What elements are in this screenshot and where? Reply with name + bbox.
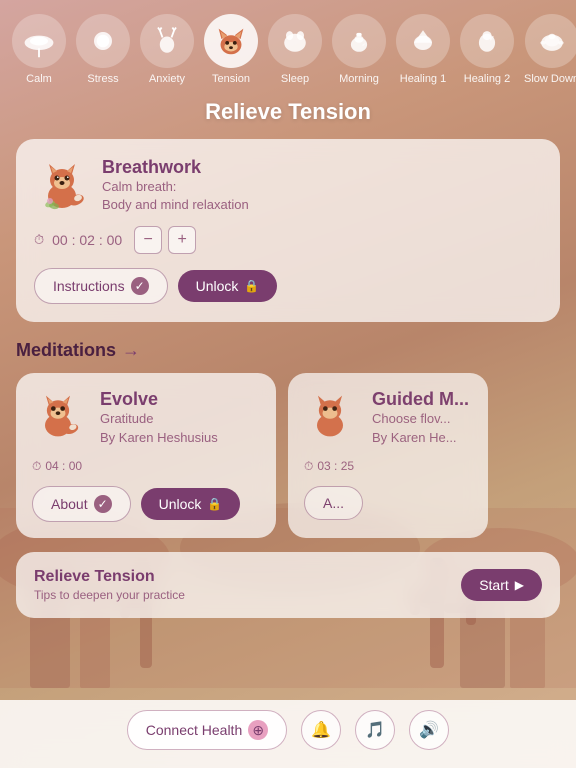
start-button[interactable]: Start ▶ <box>461 569 542 601</box>
relieve-tension-title: Relieve Tension <box>34 568 185 586</box>
category-circle-stress <box>76 14 130 68</box>
relieve-tension-text: Relieve Tension Tips to deepen your prac… <box>34 568 185 602</box>
breathwork-header: Breathwork Calm breath: Body and mind re… <box>34 157 542 214</box>
category-item-healing1[interactable]: Healing 1 <box>396 14 450 85</box>
main-scroll: Calm Stress <box>0 0 576 768</box>
evolve-time: 04 : 00 <box>45 459 82 473</box>
category-item-sleep[interactable]: Sleep <box>268 14 322 85</box>
evolve-unlock-button[interactable]: Unlock 🔒 <box>141 488 241 520</box>
sound-icon: 🔊 <box>419 720 439 740</box>
category-item-anxiety[interactable]: Anxiety <box>140 14 194 85</box>
guided-title: Guided M... <box>372 389 469 410</box>
meditations-row: Evolve Gratitude By Karen Heshusius ⏱ 04… <box>0 373 576 551</box>
about-check-icon: ✓ <box>94 495 112 513</box>
category-circle-sleep <box>268 14 322 68</box>
page-title: Relieve Tension <box>0 99 576 125</box>
clock-icon: ⏱ <box>34 232 44 248</box>
instructions-button[interactable]: Instructions ✓ <box>34 268 168 304</box>
category-label-stress: Stress <box>87 73 118 85</box>
category-label-anxiety: Anxiety <box>149 73 185 85</box>
evolve-title: Evolve <box>100 389 218 410</box>
category-label-calm: Calm <box>26 73 52 85</box>
guided-card: Guided M... Choose flov... By Karen He..… <box>288 373 488 537</box>
sound-button[interactable]: 🔊 <box>409 710 449 750</box>
bell-button[interactable]: 🔔 <box>301 710 341 750</box>
evolve-info: Evolve Gratitude By Karen Heshusius <box>100 389 218 446</box>
evolve-header: Evolve Gratitude By Karen Heshusius <box>32 389 260 446</box>
guided-clock-icon: ⏱ <box>304 459 313 474</box>
category-circle-anxiety <box>140 14 194 68</box>
meditations-arrow[interactable]: → <box>122 340 140 361</box>
category-circle-healing2 <box>460 14 514 68</box>
meditations-section-header: Meditations → <box>0 336 576 373</box>
category-item-healing2[interactable]: Healing 2 <box>460 14 514 85</box>
evolve-lock-icon: 🔒 <box>207 497 222 511</box>
category-label-slowdown: Slow Down <box>524 73 576 85</box>
category-circle-morning <box>332 14 386 68</box>
relieve-tension-subtitle: Tips to deepen your practice <box>34 588 185 602</box>
music-icon: 🎵 <box>365 720 385 740</box>
category-item-tension[interactable]: Tension <box>204 14 258 85</box>
guided-about-button[interactable]: A... <box>304 486 363 520</box>
category-label-sleep: Sleep <box>281 73 309 85</box>
breathwork-unlock-button[interactable]: Unlock 🔒 <box>178 270 278 302</box>
breathwork-fox-icon <box>34 158 90 214</box>
category-circle-calm <box>12 14 66 68</box>
evolve-clock-icon: ⏱ <box>32 459 41 474</box>
evolve-card: Evolve Gratitude By Karen Heshusius ⏱ 04… <box>16 373 276 537</box>
guided-fox-icon <box>304 390 360 446</box>
category-circle-slowdown <box>525 14 576 68</box>
play-icon: ▶ <box>515 578 524 592</box>
evolve-subtitle: Gratitude By Karen Heshusius <box>100 410 218 446</box>
guided-time-row: ⏱ 03 : 25 <box>304 459 472 474</box>
bell-icon: 🔔 <box>311 720 331 740</box>
timer-controls: − + <box>134 226 196 254</box>
timer-plus-button[interactable]: + <box>168 226 196 254</box>
category-circle-tension <box>204 14 258 68</box>
meditations-label: Meditations <box>16 340 116 361</box>
breathwork-subtitle: Calm breath: Body and mind relaxation <box>102 178 249 214</box>
bottom-nav: Connect Health ⊕ 🔔 🎵 🔊 <box>0 700 576 768</box>
connect-health-label: Connect Health <box>146 722 243 738</box>
timer-row: ⏱ 00 : 02 : 00 − + <box>34 226 542 254</box>
category-label-morning: Morning <box>339 73 379 85</box>
breathwork-title: Breathwork <box>102 157 249 178</box>
category-item-calm[interactable]: Calm <box>12 14 66 85</box>
breathwork-btn-row: Instructions ✓ Unlock 🔒 <box>34 268 542 304</box>
connect-icon: ⊕ <box>248 720 268 740</box>
check-icon: ✓ <box>131 277 149 295</box>
guided-btn-row: A... <box>304 486 472 520</box>
breathwork-card: Breathwork Calm breath: Body and mind re… <box>16 139 560 322</box>
category-label-healing1: Healing 1 <box>400 73 446 85</box>
guided-subtitle: Choose flov... By Karen He... <box>372 410 469 446</box>
evolve-time-row: ⏱ 04 : 00 <box>32 459 260 474</box>
category-label-tension: Tension <box>212 73 250 85</box>
category-circle-healing1 <box>396 14 450 68</box>
category-label-healing2: Healing 2 <box>464 73 510 85</box>
evolve-fox-icon <box>32 390 88 446</box>
breathwork-info: Breathwork Calm breath: Body and mind re… <box>102 157 249 214</box>
guided-info: Guided M... Choose flov... By Karen He..… <box>372 389 469 446</box>
timer-display: 00 : 02 : 00 <box>52 232 122 248</box>
connect-health-button[interactable]: Connect Health ⊕ <box>127 710 288 750</box>
timer-minus-button[interactable]: − <box>134 226 162 254</box>
category-item-stress[interactable]: Stress <box>76 14 130 85</box>
category-row: Calm Stress <box>0 0 576 93</box>
relieve-tension-card: Relieve Tension Tips to deepen your prac… <box>16 552 560 618</box>
about-button[interactable]: About ✓ <box>32 486 131 522</box>
category-item-morning[interactable]: Morning <box>332 14 386 85</box>
music-button[interactable]: 🎵 <box>355 710 395 750</box>
guided-header: Guided M... Choose flov... By Karen He..… <box>304 389 472 446</box>
guided-time: 03 : 25 <box>317 459 354 473</box>
evolve-btn-row: About ✓ Unlock 🔒 <box>32 486 260 522</box>
lock-icon: 🔒 <box>244 279 259 293</box>
category-item-slowdown[interactable]: Slow Down <box>524 14 576 85</box>
